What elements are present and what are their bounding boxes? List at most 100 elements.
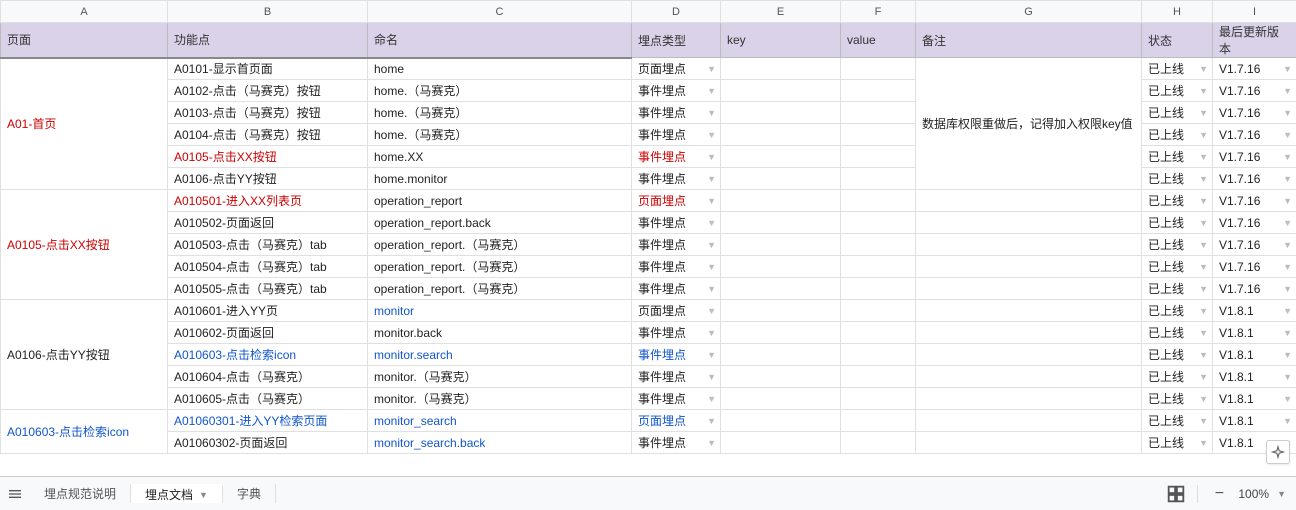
- cell-key[interactable]: [721, 432, 841, 454]
- cell-status[interactable]: 已上线▼: [1142, 278, 1213, 300]
- cell-naming[interactable]: operation_report.back: [368, 212, 632, 234]
- table-row[interactable]: A010602-页面返回monitor.back事件埋点▼已上线▼V1.8.1▼: [1, 322, 1296, 344]
- explore-button[interactable]: [1266, 440, 1290, 464]
- cell-naming[interactable]: operation_report.（马赛克）: [368, 278, 632, 300]
- cell-type[interactable]: 事件埋点▼: [632, 146, 721, 168]
- cell-key[interactable]: [721, 80, 841, 102]
- cell-key[interactable]: [721, 344, 841, 366]
- cell-value[interactable]: [841, 146, 916, 168]
- cell-feature[interactable]: A0103-点击（马赛克）按钮: [168, 102, 368, 124]
- cell-key[interactable]: [721, 256, 841, 278]
- table-row[interactable]: A010603-点击检索iconmonitor.search事件埋点▼已上线▼V…: [1, 344, 1296, 366]
- cell-key[interactable]: [721, 322, 841, 344]
- cell-key[interactable]: [721, 146, 841, 168]
- cell-value[interactable]: [841, 344, 916, 366]
- col-letter[interactable]: A: [1, 1, 168, 23]
- cell-type[interactable]: 页面埋点▼: [632, 410, 721, 432]
- cell-value[interactable]: [841, 432, 916, 454]
- cell-status[interactable]: 已上线▼: [1142, 432, 1213, 454]
- cell-type[interactable]: 事件埋点▼: [632, 168, 721, 190]
- table-row[interactable]: A010503-点击（马赛克）taboperation_report.（马赛克）…: [1, 234, 1296, 256]
- cell-value[interactable]: [841, 234, 916, 256]
- cell-version[interactable]: V1.8.1▼: [1213, 410, 1296, 432]
- cell-status[interactable]: 已上线▼: [1142, 146, 1213, 168]
- cell-version[interactable]: V1.7.16▼: [1213, 278, 1296, 300]
- header-type[interactable]: 埋点类型: [632, 23, 721, 58]
- cell-feature[interactable]: A010603-点击检索icon: [168, 344, 368, 366]
- cell-naming[interactable]: home.（马赛克）: [368, 102, 632, 124]
- cell-status[interactable]: 已上线▼: [1142, 344, 1213, 366]
- cell-naming[interactable]: monitor.（马赛克）: [368, 366, 632, 388]
- cell-feature[interactable]: A01060302-页面返回: [168, 432, 368, 454]
- cell-feature[interactable]: A010602-页面返回: [168, 322, 368, 344]
- table-row[interactable]: A010505-点击（马赛克）taboperation_report.（马赛克）…: [1, 278, 1296, 300]
- cell-naming[interactable]: monitor_search.back: [368, 432, 632, 454]
- table-row[interactable]: A0106-点击YY按钮A010601-进入YY页monitor页面埋点▼已上线…: [1, 300, 1296, 322]
- cell-key[interactable]: [721, 168, 841, 190]
- header-remark[interactable]: 备注: [916, 23, 1142, 58]
- cell-feature[interactable]: A010605-点击（马赛克）: [168, 388, 368, 410]
- cell-type[interactable]: 事件埋点▼: [632, 344, 721, 366]
- cell-type[interactable]: 事件埋点▼: [632, 432, 721, 454]
- cell-feature[interactable]: A0104-点击（马赛克）按钮: [168, 124, 368, 146]
- cell-type[interactable]: 事件埋点▼: [632, 102, 721, 124]
- cell-value[interactable]: [841, 278, 916, 300]
- cell-remark[interactable]: [916, 256, 1142, 278]
- cell-key[interactable]: [721, 300, 841, 322]
- cell-version[interactable]: V1.7.16▼: [1213, 102, 1296, 124]
- cell-key[interactable]: [721, 190, 841, 212]
- cell-status[interactable]: 已上线▼: [1142, 168, 1213, 190]
- cell-key[interactable]: [721, 410, 841, 432]
- header-key[interactable]: key: [721, 23, 841, 58]
- cell-remark[interactable]: [916, 322, 1142, 344]
- cell-value[interactable]: [841, 190, 916, 212]
- cell-key[interactable]: [721, 366, 841, 388]
- cell-version[interactable]: V1.7.16▼: [1213, 58, 1296, 80]
- cell-status[interactable]: 已上线▼: [1142, 190, 1213, 212]
- col-letter[interactable]: C: [368, 1, 632, 23]
- cell-version[interactable]: V1.8.1▼: [1213, 388, 1296, 410]
- chevron-down-icon[interactable]: ▼: [199, 490, 208, 500]
- cell-version[interactable]: V1.7.16▼: [1213, 212, 1296, 234]
- cell-naming[interactable]: monitor: [368, 300, 632, 322]
- cell-naming[interactable]: operation_report.（马赛克）: [368, 256, 632, 278]
- zoom-out-button[interactable]: −: [1208, 483, 1230, 505]
- header-feature[interactable]: 功能点: [168, 23, 368, 58]
- cell-page[interactable]: A0105-点击XX按钮: [1, 190, 168, 300]
- table-row[interactable]: A01-首页A0101-显示首页面home页面埋点▼数据库权限重做后，记得加入权…: [1, 58, 1296, 80]
- cell-value[interactable]: [841, 256, 916, 278]
- cell-page[interactable]: A01-首页: [1, 58, 168, 190]
- cell-key[interactable]: [721, 58, 841, 80]
- cell-value[interactable]: [841, 366, 916, 388]
- cell-remark[interactable]: [916, 234, 1142, 256]
- cell-remark[interactable]: [916, 190, 1142, 212]
- cell-feature[interactable]: A0102-点击（马赛克）按钮: [168, 80, 368, 102]
- header-status[interactable]: 状态: [1142, 23, 1213, 58]
- table-row[interactable]: A01060302-页面返回monitor_search.back事件埋点▼ 已上…: [1, 432, 1296, 454]
- col-letter[interactable]: H: [1142, 1, 1213, 23]
- cell-remark[interactable]: [916, 212, 1142, 234]
- cell-version[interactable]: V1.7.16▼: [1213, 146, 1296, 168]
- cell-status[interactable]: 已上线▼: [1142, 322, 1213, 344]
- cell-naming[interactable]: home.monitor: [368, 168, 632, 190]
- cell-feature[interactable]: A010601-进入YY页: [168, 300, 368, 322]
- cell-value[interactable]: [841, 124, 916, 146]
- cell-value[interactable]: [841, 212, 916, 234]
- header-naming[interactable]: 命名: [368, 23, 632, 58]
- cell-naming[interactable]: operation_report: [368, 190, 632, 212]
- table-row[interactable]: A010502-页面返回operation_report.back事件埋点▼已上…: [1, 212, 1296, 234]
- cell-naming[interactable]: operation_report.（马赛克）: [368, 234, 632, 256]
- cell-version[interactable]: V1.7.16▼: [1213, 234, 1296, 256]
- cell-key[interactable]: [721, 102, 841, 124]
- cell-type[interactable]: 事件埋点▼: [632, 388, 721, 410]
- cell-key[interactable]: [721, 278, 841, 300]
- cell-status[interactable]: 已上线▼: [1142, 124, 1213, 146]
- cell-naming[interactable]: monitor.search: [368, 344, 632, 366]
- cell-key[interactable]: [721, 212, 841, 234]
- cell-feature[interactable]: A010504-点击（马赛克）tab: [168, 256, 368, 278]
- cell-feature[interactable]: A010501-进入XX列表页: [168, 190, 368, 212]
- col-letter[interactable]: F: [841, 1, 916, 23]
- cell-feature[interactable]: A010604-点击（马赛克）: [168, 366, 368, 388]
- view-toggle-button[interactable]: [1165, 483, 1187, 505]
- table-row[interactable]: A010504-点击（马赛克）taboperation_report.（马赛克）…: [1, 256, 1296, 278]
